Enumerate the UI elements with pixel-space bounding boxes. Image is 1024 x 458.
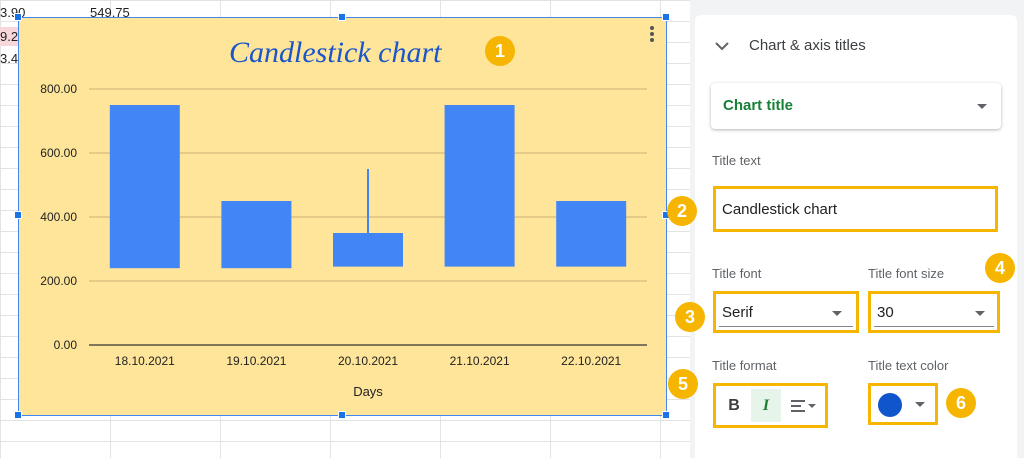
resize-handle[interactable] xyxy=(662,411,670,419)
candle-body xyxy=(109,105,180,269)
italic-button[interactable]: I xyxy=(751,389,781,422)
candle-body xyxy=(333,233,403,267)
caret-down-icon xyxy=(832,311,842,316)
chart-plot: 0.00 200.00 400.00 600.00 800.00 18.10.2021 19… xyxy=(40,82,647,399)
callout-badge: 6 xyxy=(946,388,976,418)
resize-handle[interactable] xyxy=(338,13,346,21)
title-font-size-value: 30 xyxy=(877,304,894,321)
caret-down-icon xyxy=(977,104,987,109)
title-type-dropdown[interactable]: Chart title xyxy=(711,83,1001,129)
resize-handle[interactable] xyxy=(14,13,22,21)
title-font-label: Title font xyxy=(712,266,762,281)
caret-down-icon xyxy=(915,402,925,407)
callout-badge: 1 xyxy=(485,36,515,66)
callout-badge: 4 xyxy=(985,253,1015,283)
title-text-color-label: Title text color xyxy=(868,358,949,373)
select-underline xyxy=(719,326,853,327)
cell-value[interactable]: 9.2 xyxy=(0,29,18,44)
x-tick-label: 18.10.2021 xyxy=(115,354,175,368)
title-format-label: Title format xyxy=(712,358,777,373)
x-tick-label: 19.10.2021 xyxy=(226,354,286,368)
y-tick-label: 600.00 xyxy=(40,146,77,160)
resize-handle[interactable] xyxy=(14,211,22,219)
title-type-value: Chart title xyxy=(723,97,794,114)
candle-body xyxy=(444,105,515,267)
y-tick-label: 0.00 xyxy=(54,338,78,352)
select-underline xyxy=(874,326,994,327)
x-axis-label: Days xyxy=(353,384,383,399)
callout-badge: 2 xyxy=(667,196,697,226)
y-tick-label: 400.00 xyxy=(40,210,77,224)
kebab-vertical-icon[interactable] xyxy=(647,24,657,44)
section-title: Chart & axis titles xyxy=(749,37,866,54)
title-font-select[interactable]: Serif xyxy=(713,291,859,333)
align-button[interactable] xyxy=(786,389,822,422)
align-left-icon xyxy=(791,399,816,412)
candle-body xyxy=(556,201,627,267)
resize-handle[interactable] xyxy=(662,13,670,21)
title-text-input[interactable] xyxy=(722,197,990,221)
title-text-field[interactable] xyxy=(713,186,998,232)
section-header[interactable]: Chart & axis titles xyxy=(715,37,866,54)
candlestick-chart[interactable]: 0.00 200.00 400.00 600.00 800.00 18.10.2021 19… xyxy=(18,17,667,416)
color-swatch xyxy=(878,393,902,417)
title-text-color-picker[interactable] xyxy=(868,383,938,425)
chevron-down-icon[interactable] xyxy=(715,39,729,53)
callout-badge: 3 xyxy=(675,302,705,332)
x-tick-label: 20.10.2021 xyxy=(338,354,398,368)
title-text-label: Title text xyxy=(712,153,761,168)
caret-down-icon xyxy=(975,311,985,316)
callout-badge: 5 xyxy=(668,369,698,399)
title-font-size-label: Title font size xyxy=(868,266,945,281)
chart-title[interactable]: Candlestick chart xyxy=(229,36,441,70)
title-font-value: Serif xyxy=(722,304,753,321)
candle-body xyxy=(221,201,292,269)
resize-handle[interactable] xyxy=(338,411,346,419)
y-tick-label: 800.00 xyxy=(40,82,77,96)
x-tick-label: 21.10.2021 xyxy=(450,354,510,368)
resize-handle[interactable] xyxy=(14,411,22,419)
app-window: 3.90 549.75 9.2 3.4 0.00 200.00 400.00 600.… xyxy=(0,0,1024,458)
x-tick-label: 22.10.2021 xyxy=(561,354,621,368)
y-tick-label: 200.00 xyxy=(40,274,77,288)
cell-value[interactable]: 3.4 xyxy=(0,51,18,66)
bold-button[interactable]: B xyxy=(720,389,748,422)
title-format-toolbar: B I xyxy=(713,383,828,428)
title-font-size-select[interactable]: 30 xyxy=(868,291,1000,333)
